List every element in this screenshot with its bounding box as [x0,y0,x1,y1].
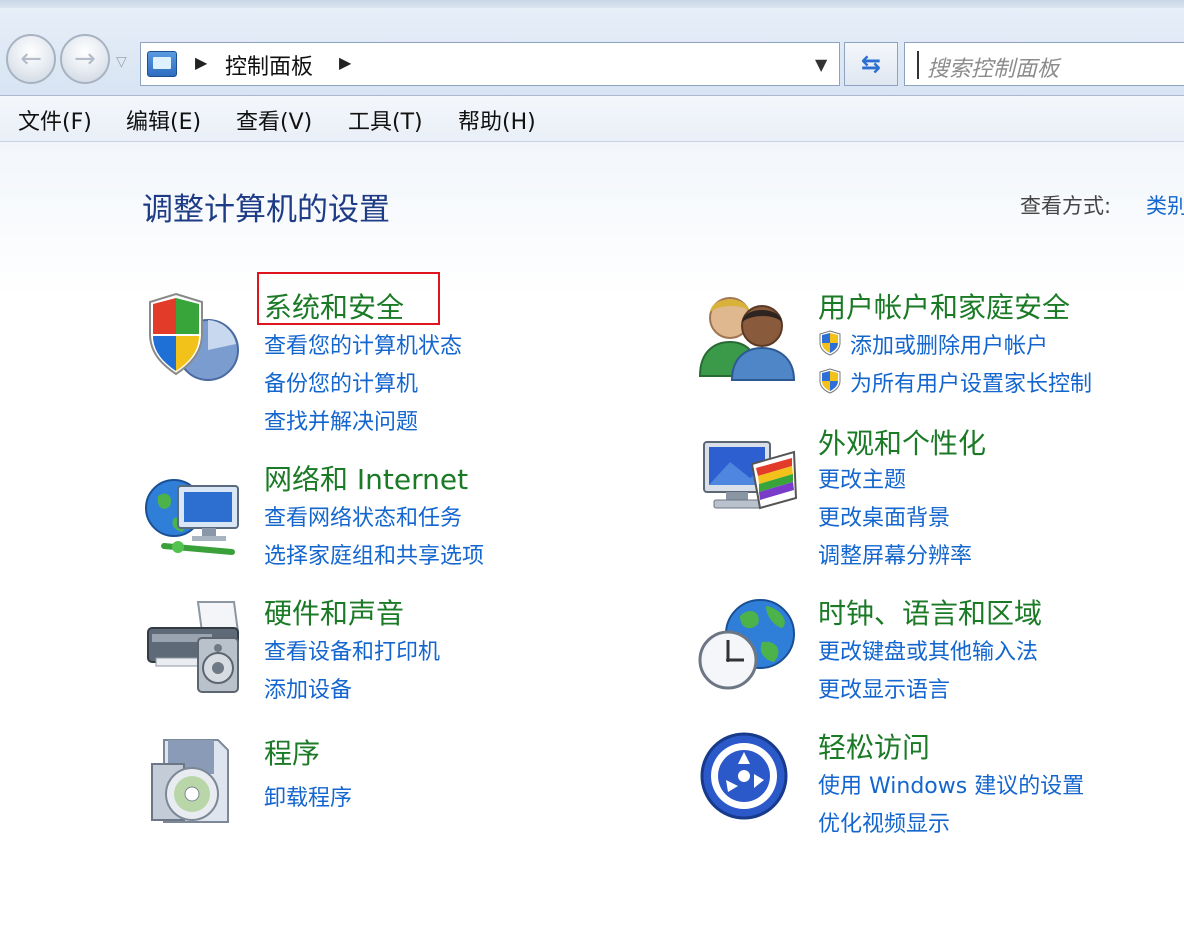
link-network-status[interactable]: 查看网络状态和任务 [264,500,462,532]
address-bar-area: ← → ▽ ▶ 控制面板 ▶ ▼ ⇆ 搜索控制面板 [0,8,1184,96]
link-change-display-language[interactable]: 更改显示语言 [818,672,950,704]
breadcrumb-arrow-icon[interactable]: ▶ [339,53,351,72]
menu-help[interactable]: 帮助(H) [458,104,536,136]
menu-file[interactable]: 文件(F) [18,104,92,136]
link-uninstall-program[interactable]: 卸载程序 [264,780,352,812]
category-programs[interactable]: 程序 [264,732,320,772]
clock-globe-icon[interactable] [696,594,800,692]
breadcrumb-control-panel[interactable]: 控制面板 [225,49,313,81]
breadcrumb-arrow-icon[interactable]: ▶ [195,53,207,72]
menu-view[interactable]: 查看(V) [236,104,312,136]
window-top-strip [0,0,1184,8]
view-by-label: 查看方式: [1020,194,1112,218]
category-user-accounts[interactable]: 用户帐户和家庭安全 [818,286,1070,326]
menu-edit[interactable]: 编辑(E) [126,104,201,136]
printer-speaker-icon[interactable] [142,598,244,694]
menu-bar: 文件(F) 编辑(E) 查看(V) 工具(T) 帮助(H) [0,96,1184,142]
arrow-left-icon: ← [20,44,42,74]
arrow-right-icon: → [74,44,96,74]
category-hardware-sound[interactable]: 硬件和声音 [264,592,404,632]
monitor-palette-icon[interactable] [700,438,800,520]
category-network-internet[interactable]: 网络和 Internet [264,458,468,498]
category-appearance[interactable]: 外观和个性化 [818,422,986,462]
address-dropdown-icon[interactable]: ▼ [815,55,827,74]
link-change-background[interactable]: 更改桌面背景 [818,500,950,532]
search-placeholder: 搜索控制面板 [927,57,1060,82]
link-label: 添加或删除用户帐户 [850,334,1049,359]
users-icon[interactable] [696,290,798,382]
link-screen-resolution[interactable]: 调整屏幕分辨率 [818,538,972,570]
link-parental-controls[interactable]: 为所有用户设置家长控制 [818,366,1092,398]
link-label: 为所有用户设置家长控制 [850,372,1093,397]
link-backup-computer[interactable]: 备份您的计算机 [264,366,418,398]
link-optimize-visual-display[interactable]: 优化视频显示 [818,806,950,838]
forward-button[interactable]: → [60,34,110,84]
link-devices-printers[interactable]: 查看设备和打印机 [264,634,440,666]
link-view-computer-status[interactable]: 查看您的计算机状态 [264,328,462,360]
refresh-icon: ⇆ [860,50,882,78]
category-ease-of-access[interactable]: 轻松访问 [818,726,930,766]
page-title: 调整计算机的设置 [142,192,390,228]
link-homegroup-sharing[interactable]: 选择家庭组和共享选项 [264,538,484,570]
link-windows-recommended[interactable]: 使用 Windows 建议的设置 [818,768,1084,800]
menu-tools[interactable]: 工具(T) [348,104,423,136]
shield-icon[interactable] [142,288,242,384]
search-input[interactable]: 搜索控制面板 [904,42,1184,86]
link-change-keyboard[interactable]: 更改键盘或其他输入法 [818,634,1038,666]
uac-shield-icon [819,368,841,394]
address-input[interactable]: ▶ 控制面板 ▶ ▼ [140,42,840,86]
network-globe-icon[interactable] [144,472,244,562]
back-button[interactable]: ← [6,34,56,84]
ease-of-access-icon[interactable] [698,730,790,822]
category-clock-language[interactable]: 时钟、语言和区域 [818,592,1042,632]
link-troubleshoot[interactable]: 查找并解决问题 [264,404,418,436]
uac-shield-icon [819,330,841,356]
refresh-button[interactable]: ⇆ [844,42,898,86]
control-panel-icon [147,51,177,77]
highlight-annotation [257,272,440,325]
link-change-theme[interactable]: 更改主题 [818,462,906,494]
view-by-dropdown[interactable]: 类别 [1146,190,1184,220]
recent-pages-dropdown[interactable]: ▽ [116,54,127,70]
control-panel-content: 调整计算机的设置 查看方式: 类别 系统和安全 查看您的计算机状态 备份您的计算… [0,142,1184,926]
text-cursor [917,51,919,79]
link-add-remove-accounts[interactable]: 添加或删除用户帐户 [818,328,1048,360]
link-add-device[interactable]: 添加设备 [264,672,352,704]
programs-disc-icon[interactable] [148,734,236,826]
